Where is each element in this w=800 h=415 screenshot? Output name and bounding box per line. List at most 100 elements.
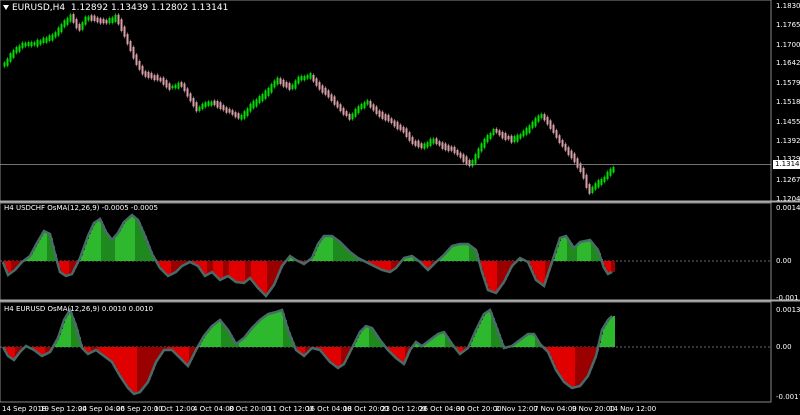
price-candle: [597, 179, 600, 188]
price-candle: [582, 167, 585, 179]
price-candle: [540, 113, 543, 119]
osma2-histogram-bar: [127, 347, 129, 387]
price-candle: [594, 183, 597, 190]
price-candle: [519, 134, 522, 139]
price-candle: [522, 130, 525, 137]
osma1-histogram-bar: [489, 261, 491, 291]
osma1-histogram-bar: [129, 217, 131, 261]
price-candle: [42, 37, 45, 44]
price-candle: [510, 135, 513, 143]
price-candle: [63, 20, 66, 28]
osma1-histogram-bar: [167, 261, 169, 275]
osma2-histogram-bar: [67, 315, 69, 347]
price-candle: [78, 23, 81, 31]
osma2-histogram-bar: [253, 327, 255, 347]
osma1-histogram-bar: [233, 261, 235, 280]
osma2-histogram-bar: [277, 311, 279, 347]
price-candle: [486, 135, 489, 143]
price-candle: [498, 130, 501, 136]
price-candle: [216, 100, 219, 108]
osma2-histogram-bar: [479, 324, 481, 347]
price-candle: [6, 58, 9, 66]
osma1-histogram-bar: [217, 261, 219, 277]
osma1-histogram-bar: [35, 246, 37, 261]
osma2-histogram-bar: [125, 347, 127, 384]
osma2-histogram-bar: [279, 311, 281, 347]
price-candle: [168, 83, 171, 90]
trading-chart-window[interactable]: EURUSD,H4 1.12892 1.13439 1.12802 1.1314…: [0, 0, 800, 415]
price-candle: [90, 15, 93, 21]
osma1-histogram-bar: [115, 236, 117, 261]
price-candle: [324, 87, 327, 95]
main-pane-frame: [0, 0, 772, 202]
osma-usdchf-title: H4 USDCHF OsMA(12,26,9) -0.0005 -0.0005: [4, 204, 158, 212]
osma2-histogram-bar: [207, 332, 209, 347]
osma2-histogram-bar: [263, 317, 265, 347]
price-candle: [438, 141, 441, 146]
osma1-histogram-bar: [127, 219, 129, 261]
osma2-histogram-bar: [181, 347, 183, 359]
osma2-histogram-bar: [261, 319, 263, 347]
osma2-histogram-bar: [579, 347, 581, 387]
osma1-histogram-bar: [329, 236, 331, 261]
osma2-histogram-bar: [179, 347, 181, 357]
osma2-histogram-bar: [489, 310, 491, 347]
dropdown-triangle-icon[interactable]: [3, 5, 9, 10]
osma2-histogram-bar: [583, 347, 585, 383]
price-candle: [282, 79, 285, 87]
price-candle: [228, 108, 231, 113]
osma1-histogram-bar: [539, 261, 541, 283]
price-candle: [105, 19, 108, 24]
price-candle: [198, 106, 201, 112]
osma2-histogram-bar: [477, 328, 479, 347]
price-candle: [489, 132, 492, 139]
price-candle: [516, 134, 519, 142]
price-candle: [222, 105, 225, 111]
price-candle: [312, 74, 315, 82]
price-level: 1.15180: [776, 98, 800, 106]
price-candle: [276, 77, 279, 85]
price-candle: [396, 121, 399, 130]
price-candle: [240, 114, 243, 120]
symbol-label: EURUSD,H4: [12, 3, 66, 13]
price-candle: [117, 14, 120, 25]
osma1-histogram-bar: [497, 261, 499, 292]
osma1-histogram-bar: [91, 229, 93, 261]
osma2-histogram-bar: [397, 347, 399, 359]
osma1-histogram-bar: [255, 261, 257, 285]
price-candle: [273, 80, 276, 88]
price-candle: [33, 42, 36, 46]
osma2-histogram-bar: [133, 347, 135, 393]
price-candle: [372, 104, 375, 111]
osma2-histogram-bar: [11, 347, 13, 358]
osma1-histogram-bar: [61, 261, 63, 273]
osma2-histogram-bar: [341, 347, 343, 366]
osma1-histogram-bar: [119, 231, 121, 261]
price-candle: [237, 113, 240, 119]
price-candle: [171, 85, 174, 89]
price-candle: [525, 127, 528, 135]
price-candle: [3, 62, 6, 67]
osma1-histogram-bar: [261, 261, 263, 291]
price-candle: [75, 19, 78, 29]
osma1-histogram-bar: [561, 237, 563, 261]
price-candle: [462, 154, 465, 162]
price-candle: [108, 18, 111, 24]
osma2-histogram-bar: [435, 336, 437, 347]
price-candle: [24, 42, 27, 47]
price-candle: [294, 80, 297, 89]
price-candle: [186, 88, 189, 97]
osma2-histogram-bar: [211, 327, 213, 347]
price-candle: [81, 22, 84, 30]
price-candle: [453, 146, 456, 154]
price-candle: [174, 84, 177, 89]
price-candle: [102, 18, 105, 24]
osma2-histogram-bar: [63, 323, 65, 347]
price-candle: [348, 113, 351, 120]
price-candle: [495, 128, 498, 133]
price-candle: [534, 117, 537, 127]
price-candle: [144, 71, 147, 77]
osma1-histogram-bar: [461, 244, 463, 261]
price-candle: [279, 78, 282, 85]
osma2-histogram-bar: [481, 320, 483, 347]
